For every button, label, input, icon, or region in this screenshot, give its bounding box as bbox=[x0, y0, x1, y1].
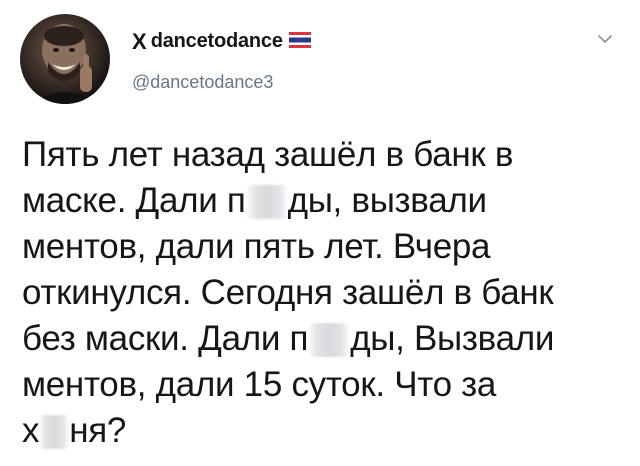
text-segment: без маски. Дали п bbox=[22, 319, 309, 358]
text-segment: ды, Вызвали bbox=[350, 319, 555, 358]
author-name-row[interactable]: X dancetodance bbox=[132, 30, 311, 53]
avatar-portrait-image bbox=[34, 24, 100, 104]
tweet-text-line: Пять лет назад зашёл в банк в bbox=[22, 132, 632, 178]
tweet-card: X dancetodance @dancetodance3 Пять лет н… bbox=[0, 0, 640, 466]
tweet-text-line: без маски. Дали п ды, Вызвали bbox=[22, 316, 632, 362]
text-segment: откинулся. Сегодня зашёл в банк bbox=[22, 273, 554, 312]
chevron-down-icon[interactable] bbox=[596, 30, 614, 48]
text-segment: ментов, дали пять лет. Вчера bbox=[22, 227, 491, 266]
author-handle[interactable]: @dancetodance3 bbox=[132, 72, 273, 93]
text-segment: ня? bbox=[69, 411, 127, 450]
tweet-text: Пять лет назад зашёл в банк в маске. Дал… bbox=[22, 132, 632, 454]
text-segment: ды, вызвали bbox=[287, 181, 487, 220]
text-segment: ментов, дали 15 суток. Что за bbox=[22, 365, 497, 404]
censor-blur bbox=[245, 185, 288, 219]
x-logo-mark: X bbox=[132, 28, 147, 54]
tweet-text-line: маске. Дали п ды, вызвали bbox=[22, 178, 632, 224]
display-name[interactable]: dancetodance bbox=[151, 30, 283, 53]
tweet-text-line: ментов, дали 15 суток. Что за bbox=[22, 362, 632, 408]
tweet-text-line: ментов, дали пять лет. Вчера bbox=[22, 224, 632, 270]
censor-blur bbox=[308, 323, 351, 357]
tweet-text-line: откинулся. Сегодня зашёл в банк bbox=[22, 270, 632, 316]
thailand-flag-icon bbox=[288, 31, 311, 48]
text-segment: Пять лет назад зашёл в банк в bbox=[22, 135, 514, 174]
text-segment: х bbox=[22, 411, 40, 450]
text-segment: маске. Дали п bbox=[22, 181, 246, 220]
censor-blur bbox=[39, 415, 70, 449]
avatar[interactable] bbox=[20, 14, 110, 104]
tweet-text-line: х ня? bbox=[22, 408, 632, 454]
